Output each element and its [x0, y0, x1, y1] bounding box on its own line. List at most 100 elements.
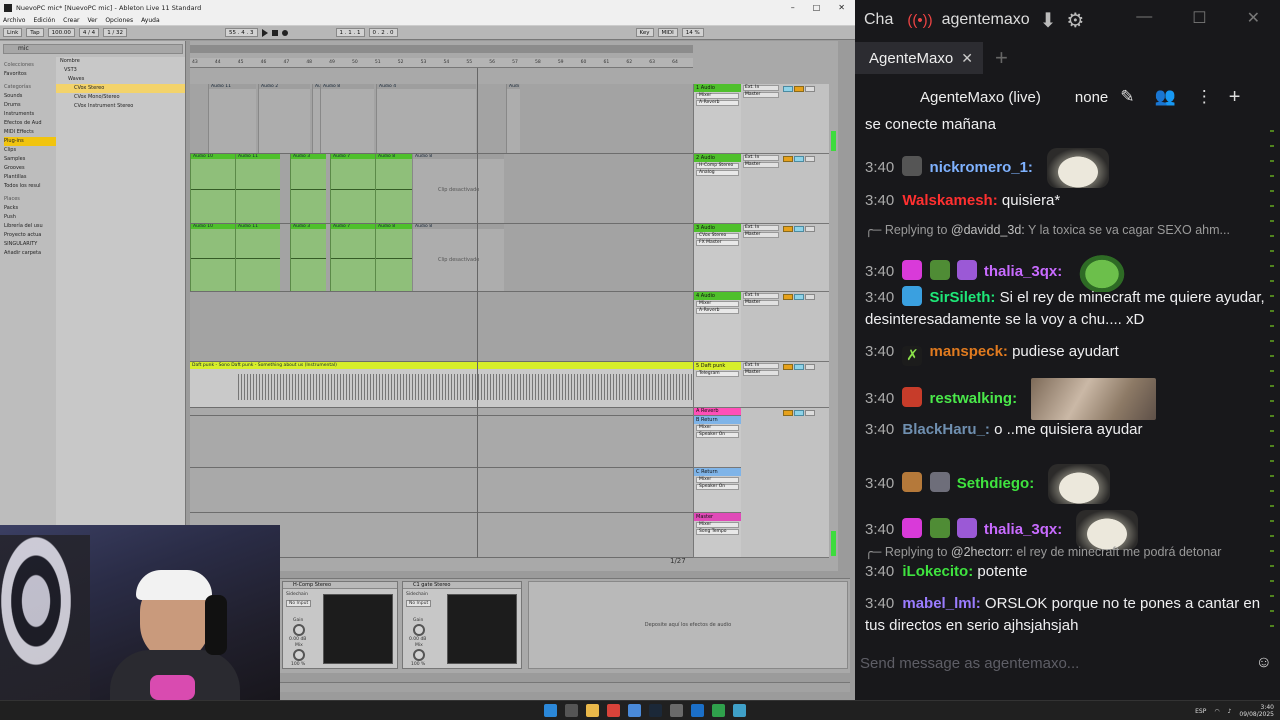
live-broadcast-icon[interactable]: ((•)) — [907, 12, 932, 29]
username[interactable]: manspeck: — [930, 343, 1008, 360]
category-sounds[interactable]: Sounds — [4, 92, 56, 101]
activator-button[interactable] — [783, 226, 793, 232]
category-samples[interactable]: Samples — [4, 155, 56, 164]
beat-ruler[interactable]: 43 44 45 46 47 48 49 50 51 52 53 54 55 56 57 58 59 60 61 62… — [190, 58, 693, 68]
gain-knob[interactable] — [413, 624, 425, 636]
track-mixer-2[interactable] — [781, 154, 829, 224]
track-name[interactable]: 4 Audio — [694, 292, 741, 300]
add-split-icon[interactable]: + — [1229, 86, 1241, 109]
solo-button[interactable] — [794, 226, 804, 232]
play-icon[interactable] — [261, 28, 268, 37]
category-templates[interactable]: Plantillas — [4, 173, 56, 182]
wifi-icon[interactable]: ◠ — [1214, 708, 1219, 715]
solo-button[interactable] — [794, 364, 804, 370]
solo-button[interactable] — [794, 156, 804, 162]
maximize-icon[interactable]: ☐ — [1192, 8, 1206, 28]
menu-archivo[interactable]: Archivo — [3, 17, 25, 24]
username[interactable]: restwalking: — [930, 390, 1018, 407]
browser-item-cvox-stereo[interactable]: CVox Stereo — [56, 84, 185, 93]
steam-icon[interactable] — [649, 704, 662, 717]
category-plugins[interactable]: Plug-ins — [4, 137, 56, 146]
track-header-3[interactable]: 3 Audio CVox Stereo FX Master — [693, 224, 741, 292]
quantize-menu[interactable]: 1 / 32 — [103, 28, 128, 37]
track-lane-5[interactable]: Daft punk - Sono Daft punk - Something a… — [190, 362, 693, 408]
track-io-5[interactable]: Ext. In Master — [741, 362, 781, 408]
menu-crear[interactable]: Crear — [63, 17, 79, 24]
brave-browser-icon[interactable] — [607, 704, 620, 717]
device-c1gate[interactable]: C1 gate Stereo Sidechain No Input Gain 0… — [402, 581, 522, 669]
minimize-icon[interactable]: — — [1136, 8, 1152, 28]
clip[interactable]: Audio 2 — [258, 84, 310, 153]
returns-mixer[interactable] — [781, 408, 829, 558]
sidechain-input[interactable]: No Input — [286, 600, 312, 607]
place-packs[interactable]: Packs — [4, 204, 56, 213]
activator-button[interactable] — [783, 86, 793, 92]
track-lane-4[interactable] — [190, 292, 693, 362]
solo-button[interactable] — [794, 410, 804, 416]
download-arrow-icon[interactable]: ⬇ — [1040, 8, 1057, 33]
arm-button[interactable] — [805, 410, 815, 416]
return-lane-b[interactable] — [190, 416, 693, 468]
solo-button[interactable] — [794, 86, 804, 92]
input-type[interactable]: Ext. In — [743, 85, 779, 91]
file-explorer-icon[interactable] — [586, 704, 599, 717]
arm-button[interactable] — [805, 226, 815, 232]
track-io-4[interactable]: Ext. In Master — [741, 292, 781, 362]
clip[interactable]: Audio 7 — [330, 224, 375, 291]
channel-title[interactable]: AgenteMaxo (live) — [920, 89, 1041, 106]
category-clips[interactable]: Clips — [4, 146, 56, 155]
clip[interactable]: Audio 8 — [320, 84, 374, 153]
device-slot[interactable]: Mixer — [696, 93, 739, 99]
solo-button[interactable] — [794, 294, 804, 300]
username[interactable]: thalia_3qx: — [984, 521, 1062, 538]
close-icon[interactable]: ✕ — [1247, 8, 1260, 28]
clip[interactable]: Audio 11 — [235, 224, 280, 291]
menu-ayuda[interactable]: Ayuda — [141, 17, 160, 24]
track-name[interactable]: 2 Audio — [694, 154, 741, 162]
device-slot[interactable]: CVox Stereo — [696, 233, 739, 239]
gear-icon[interactable]: ⚙ — [1066, 8, 1084, 33]
track-lane-3[interactable]: Audio 10 Audio 11 Audio 3 Audio 7 Audio … — [190, 224, 693, 292]
gain-knob[interactable] — [293, 624, 305, 636]
track-lane-2[interactable]: Audio 10 Audio 11 Audio 3 Audio 7 Audio … — [190, 154, 693, 224]
device-slot[interactable]: Song Tempo — [696, 529, 739, 535]
device-slot[interactable]: Telegram — [696, 371, 739, 377]
clip[interactable]: Daft punk - Sono Daft punk - Something a… — [190, 362, 693, 407]
arm-button[interactable] — [805, 294, 815, 300]
clip[interactable]: Audi — [506, 84, 520, 153]
track-io-2[interactable]: Ext. In Master — [741, 154, 781, 224]
category-drums[interactable]: Drums — [4, 101, 56, 110]
track-lane-1[interactable]: Audio 11 Audio 2 Au Audio 8 Audio 4 Audi — [190, 84, 693, 154]
midi-map-button[interactable]: MIDI — [657, 28, 678, 37]
activator-button[interactable] — [783, 156, 793, 162]
track-io-1[interactable]: Ext. In Master — [741, 84, 781, 154]
chat-scrollbar[interactable] — [1270, 130, 1274, 640]
tempo-field[interactable]: 100.00 — [47, 28, 75, 37]
users-icon[interactable]: 👥 — [1155, 87, 1176, 107]
input-type[interactable]: Ext. In — [743, 293, 779, 299]
track-name[interactable]: C Return — [694, 468, 741, 476]
more-vertical-icon[interactable]: ⋮ — [1196, 87, 1213, 107]
return-lane-c[interactable] — [190, 468, 693, 513]
place-current-project[interactable]: Proyecto actua — [4, 231, 56, 240]
track-mixer-4[interactable] — [781, 292, 829, 362]
clip[interactable]: Audio 8 — [375, 154, 412, 223]
monitor-output[interactable]: Master — [743, 232, 779, 238]
device-slot[interactable]: A-Reverb — [696, 100, 739, 106]
close-tab-icon[interactable]: ✕ — [961, 50, 973, 67]
track-name[interactable]: A Reverb — [694, 408, 741, 415]
device-slot[interactable]: Mixer — [696, 425, 739, 431]
playhead[interactable] — [477, 68, 478, 558]
reply-context[interactable]: ╭─ Replying to @davidd_3d: Y la toxica s… — [865, 221, 1265, 239]
category-all-results[interactable]: Todos los resul — [4, 182, 56, 191]
clip[interactable]: Audio 3 — [290, 224, 326, 291]
volume-icon[interactable]: ♪ — [1228, 708, 1232, 715]
menu-ver[interactable]: Ver — [88, 17, 98, 24]
edge-browser-icon[interactable] — [691, 704, 704, 717]
favorites-item[interactable]: Favoritos — [4, 70, 56, 79]
category-audio-effects[interactable]: Efectos de Aud — [4, 119, 56, 128]
track-header-2[interactable]: 2 Audio H-Comp Stereo Analog — [693, 154, 741, 224]
sidechain-input[interactable]: No Input — [406, 600, 432, 607]
category-instruments[interactable]: Instruments — [4, 110, 56, 119]
track-header-1[interactable]: 1 Audio Mixer A-Reverb — [693, 84, 741, 154]
